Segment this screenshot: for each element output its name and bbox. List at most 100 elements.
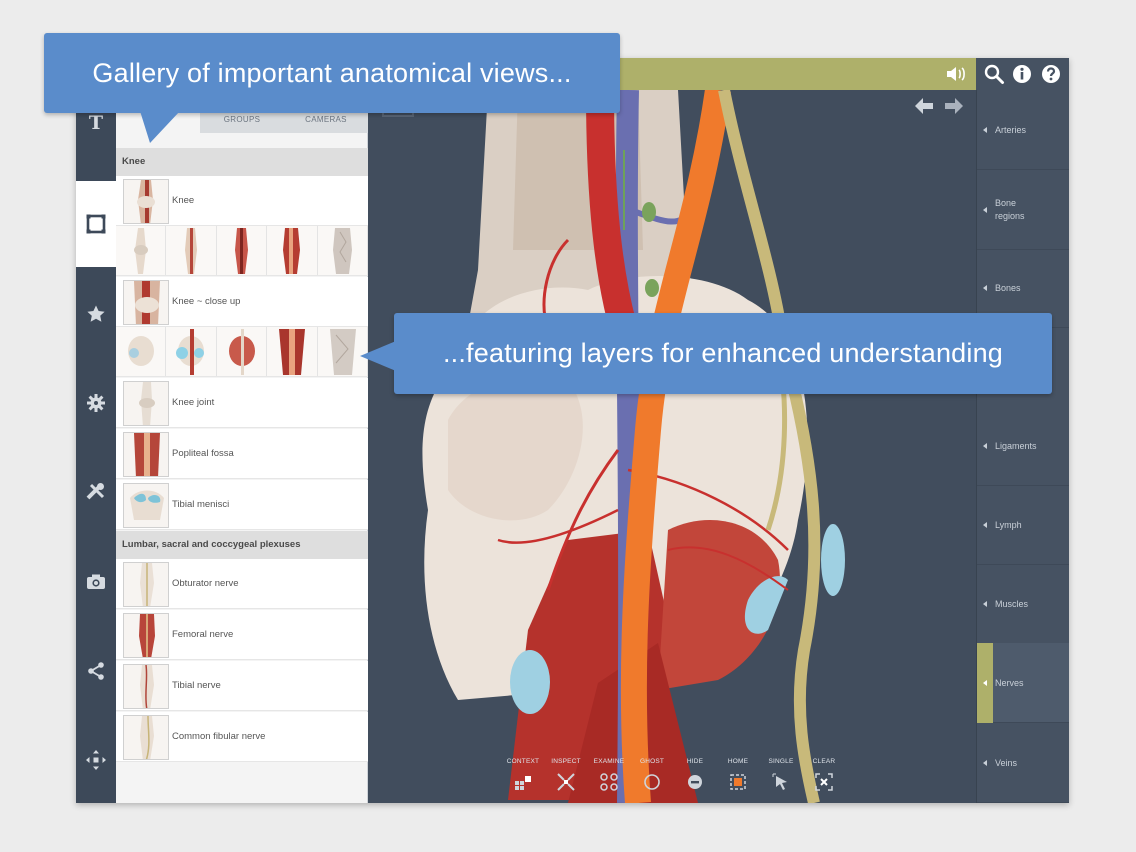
layer-thumbnail[interactable]: [216, 327, 268, 376]
gallery-callout-text: Gallery of important anatomical views...: [92, 57, 572, 88]
home-label: HOME: [727, 758, 749, 765]
knee-close-up-thumbnail: [123, 280, 169, 325]
inspect-button[interactable]: INSPECT: [546, 758, 586, 792]
knee-close-up-layer-strip: [116, 327, 369, 377]
femoral-nerve-thumbnail: [123, 613, 169, 658]
chevron-left-icon: [983, 442, 987, 449]
layer-label: Nerves: [995, 677, 1024, 688]
undo-arrow-icon[interactable]: [913, 96, 935, 116]
left-tool-rail: T: [76, 90, 116, 803]
layer-thumbnail[interactable]: [166, 327, 217, 376]
callout-pointer: [360, 341, 396, 371]
hide-label: HIDE: [686, 758, 704, 765]
gallery-item-label: Tibial nerve: [172, 680, 221, 691]
gallery-item-knee-close-up[interactable]: Knee ~ close up: [116, 277, 368, 327]
home-button[interactable]: HOME: [718, 758, 758, 792]
gallery-item-label: Knee ~ close up: [172, 296, 241, 307]
layer-label: Lymph: [995, 519, 1022, 530]
clear-button[interactable]: CLEAR: [804, 758, 844, 792]
svg-text:T: T: [89, 112, 103, 132]
examine-button[interactable]: EXAMINE: [589, 758, 629, 792]
hide-button[interactable]: HIDE: [675, 758, 715, 792]
layer-item-bone-regions[interactable]: Bone regions: [977, 170, 1069, 250]
gallery-item-obturator-nerve[interactable]: Obturator nerve: [116, 559, 368, 609]
layer-label: Veins: [995, 757, 1018, 768]
popliteal-fossa-thumbnail: [123, 432, 169, 477]
knee-layer-strip: [116, 226, 369, 276]
layer-label: Ligaments: [995, 440, 1037, 451]
layer-item-lymph[interactable]: Lymph: [977, 485, 1069, 565]
anatomy-viewport[interactable]: CONTEXT INSPECT EXAMINE GHOST HIDE HOME: [368, 90, 976, 803]
layer-label: Bone regions: [995, 197, 1025, 221]
gallery-item-knee-joint[interactable]: Knee joint: [116, 378, 368, 428]
gallery-item-popliteal-fossa[interactable]: Popliteal fossa: [116, 429, 368, 479]
context-icon: [515, 776, 531, 790]
star-icon[interactable]: [76, 294, 116, 334]
hide-icon: [688, 775, 702, 789]
gallery-item-label: Popliteal fossa: [172, 448, 234, 459]
ghost-icon: [644, 774, 660, 790]
info-icon[interactable]: [1011, 63, 1033, 85]
layer-item-muscles[interactable]: Muscles: [977, 564, 1069, 644]
tibial-nerve-thumbnail: [123, 664, 169, 709]
section-header: Lumbar, sacral and coccygeal plexuses: [116, 531, 368, 559]
volume-icon[interactable]: [944, 64, 968, 84]
ghost-button[interactable]: GHOST: [632, 758, 672, 792]
share-icon[interactable]: [76, 651, 116, 691]
clear-label: CLEAR: [812, 758, 836, 765]
layer-thumbnail[interactable]: [317, 226, 369, 275]
gallery-item-label: Tibial menisci: [172, 499, 230, 510]
layer-thumbnail[interactable]: [166, 226, 217, 275]
gallery-item-femoral-nerve[interactable]: Femoral nerve: [116, 610, 368, 660]
single-button[interactable]: SINGLE: [761, 758, 801, 792]
layers-callout-text: ...featuring layers for enhanced underst…: [442, 338, 1004, 368]
inspect-icon: [557, 773, 575, 791]
chevron-left-icon: [983, 521, 987, 528]
redo-arrow-icon[interactable]: [943, 96, 965, 116]
layer-item-arteries[interactable]: Arteries: [977, 90, 1069, 170]
layers-callout: ...featuring layers for enhanced underst…: [360, 313, 1052, 394]
layer-list: Arteries Bone regions Bones Ligaments Ly…: [976, 90, 1069, 803]
layer-item-veins[interactable]: Veins: [977, 723, 1069, 803]
chevron-left-icon: [983, 206, 987, 213]
help-icon[interactable]: [1040, 63, 1062, 85]
tools-icon[interactable]: [76, 472, 116, 512]
layer-thumbnail[interactable]: [267, 226, 318, 275]
view-toolbar: CONTEXT INSPECT EXAMINE GHOST HIDE HOME: [503, 758, 843, 803]
chevron-left-icon: [983, 284, 987, 291]
layer-item-nerves[interactable]: Nerves: [977, 643, 1069, 723]
gallery-item-common-fibular-nerve[interactable]: Common fibular nerve: [116, 712, 368, 762]
gallery-item-knee[interactable]: Knee: [116, 176, 368, 226]
gallery-icon[interactable]: [76, 181, 116, 267]
single-label: SINGLE: [768, 758, 794, 765]
gallery-item-tibial-menisci[interactable]: Tibial menisci: [116, 480, 368, 530]
gallery-item-label: Femoral nerve: [172, 629, 234, 640]
gallery-panel: GROUPS CAMERAS Knee Knee Knee ~ close up: [116, 90, 369, 803]
gallery-item-label: Obturator nerve: [172, 578, 239, 589]
top-toolbar: [976, 58, 1069, 90]
layer-thumbnail[interactable]: [216, 226, 268, 275]
section-header: Knee: [116, 148, 368, 176]
context-label: CONTEXT: [506, 758, 540, 765]
layer-item-ligaments[interactable]: Ligaments: [977, 406, 1069, 486]
layer-thumbnail[interactable]: [267, 327, 318, 376]
ghost-label: GHOST: [639, 758, 665, 765]
layer-label: Arteries: [995, 124, 1027, 135]
chevron-left-icon: [983, 679, 987, 686]
gallery-callout: Gallery of important anatomical views...: [44, 33, 620, 143]
gallery-item-label: Knee: [172, 195, 195, 206]
chevron-left-icon: [983, 126, 987, 133]
knee-model: [368, 90, 976, 803]
gallery-item-tibial-nerve[interactable]: Tibial nerve: [116, 661, 368, 711]
layer-thumbnail[interactable]: [116, 226, 167, 275]
search-icon[interactable]: [983, 63, 1005, 85]
layer-label: Bones: [995, 282, 1021, 293]
obturator-nerve-thumbnail: [123, 562, 169, 607]
layer-thumbnail[interactable]: [116, 327, 167, 376]
chevron-left-icon: [983, 600, 987, 607]
context-button[interactable]: CONTEXT: [503, 758, 543, 792]
camera-icon[interactable]: [76, 562, 116, 602]
gear-icon[interactable]: [76, 383, 116, 423]
gallery-item-label: Common fibular nerve: [172, 731, 266, 742]
move-icon[interactable]: [76, 740, 116, 780]
